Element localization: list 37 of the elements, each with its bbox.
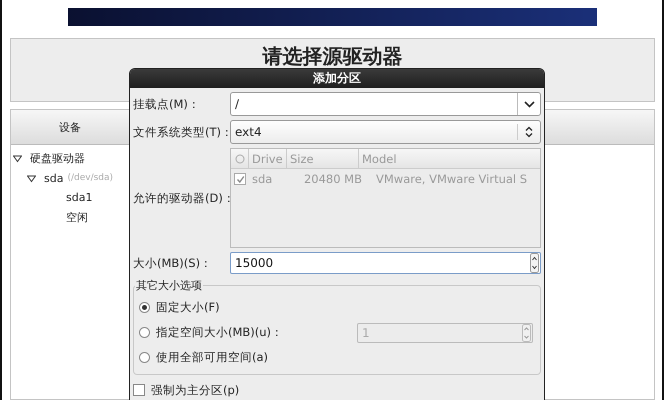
radio-button[interactable] — [139, 327, 150, 338]
up-down-icon — [525, 126, 533, 138]
tree-item[interactable]: sda1 — [66, 191, 92, 204]
radio-header-icon — [234, 154, 244, 164]
field-label: 允许的驱动器(D)： — [133, 190, 230, 206]
spin-value: 15000 — [234, 256, 274, 270]
radio-button[interactable] — [139, 302, 150, 313]
field-label: 挂载点(M)： — [133, 96, 201, 112]
expander-icon[interactable] — [13, 154, 22, 164]
spin-arrows-icon — [522, 324, 531, 342]
table-cell-text: VMware, VMware Virtual S — [375, 172, 528, 186]
checkbox[interactable] — [133, 384, 145, 396]
tree-item[interactable]: 硬盘驱动器 — [30, 151, 85, 166]
tree-item[interactable]: 空闲 — [66, 210, 88, 225]
fs-type-combo[interactable]: ext4 — [230, 120, 541, 144]
combo-value: ext4 — [234, 125, 263, 139]
radio-label[interactable]: 指定空间大小(MB)(u)： — [156, 325, 284, 340]
radio-label[interactable]: 固定大小(F) — [156, 300, 220, 315]
table-cell-text: 20480 MB — [302, 172, 363, 186]
combo-value: / — [234, 97, 240, 111]
radio-button[interactable] — [139, 352, 150, 363]
group-title: 其它大小选项 — [135, 278, 203, 293]
spin-value: 1 — [361, 326, 371, 340]
field-label: 文件系统类型(T)： — [133, 124, 230, 140]
checkbox-label[interactable]: 强制为主分区(p) — [151, 382, 240, 398]
tree-item[interactable]: sda — [44, 172, 64, 185]
expander-icon[interactable] — [27, 174, 36, 183]
device-path: (/dev/sda) — [67, 173, 114, 184]
spin-arrows-icon — [530, 253, 539, 273]
table-cell-text: sda — [251, 172, 274, 186]
chevron-down-icon — [524, 100, 534, 108]
size-spinbox[interactable]: 15000 — [230, 252, 541, 274]
mount-point-combo[interactable]: / — [230, 92, 541, 116]
dialog-title: 添加分区 — [313, 70, 361, 87]
radio-label[interactable]: 使用全部可用空间(a) — [156, 350, 268, 365]
field-label: 大小(MB)(S)： — [133, 256, 214, 270]
page-heading: 请选择源驱动器 — [262, 46, 402, 66]
